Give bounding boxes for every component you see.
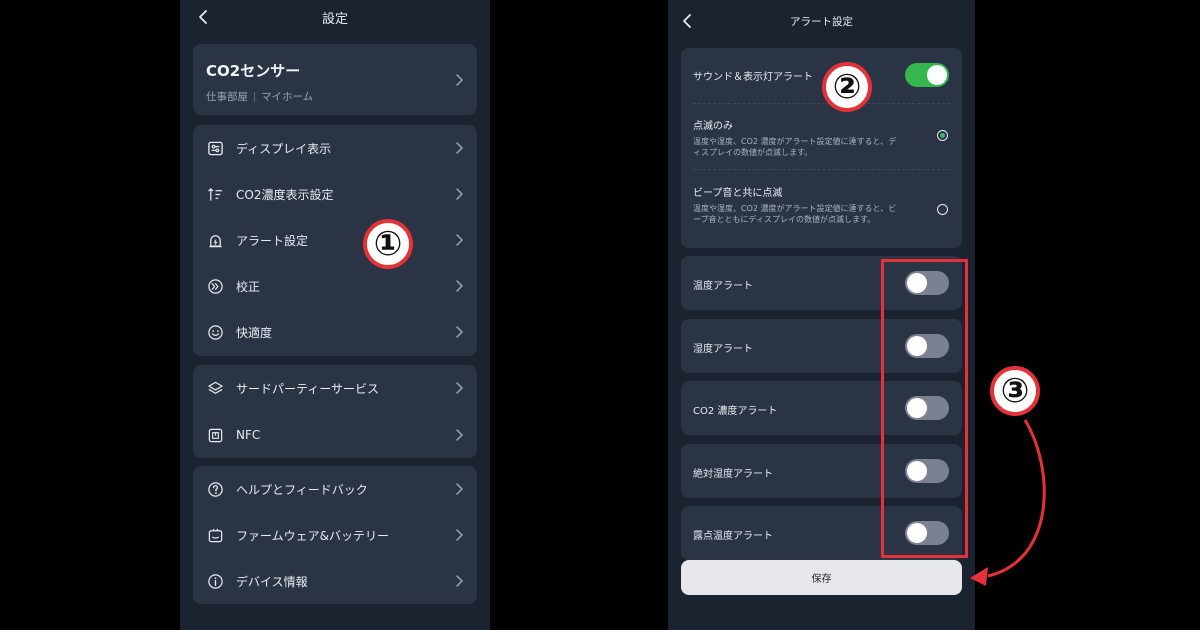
back-button[interactable] [682,12,696,30]
menu-item-label: CO2濃度表示設定 [236,187,334,202]
menu-item-label: 校正 [236,279,261,294]
layers-icon [206,379,224,397]
nfc-icon [206,426,224,444]
radio-blink-only[interactable] [937,130,948,141]
page-title: 設定 [321,12,348,27]
chevron-right-icon [455,280,463,292]
annotation-highlight-box [881,259,968,558]
menu-item-third-party[interactable]: サードパーティーサービス [193,365,477,411]
chevron-left-icon [199,10,207,24]
device-name: CO2センサー [206,62,301,80]
divider [693,103,950,104]
option-description: 温度や湿度、CO2 濃度がアラート設定値に達すると、ディスプレイの数値が点滅しま… [693,137,897,157]
menu-item-label: ヘルプとフィードバック [236,482,368,497]
help-icon [206,480,224,498]
menu-item-nfc[interactable]: NFC [193,412,477,458]
chevron-right-icon [455,529,463,541]
sort-icon [206,185,224,203]
device-card[interactable]: CO2センサー 仕事部屋 マイホーム [193,44,477,115]
option-description: 温度や湿度、CO2 濃度がアラート設定値に達すると、ビープ音とともにディスプレイ… [693,204,897,224]
menu-item-firmware[interactable]: ファームウェア&バッテリー [193,512,477,558]
annotation-badge-2: ② [822,62,872,112]
calibration-icon [206,277,224,295]
display-settings-icon [206,139,224,157]
device-home: マイホーム [261,91,314,103]
menu-item-calibration[interactable]: 校正 [193,263,477,309]
settings-group-3: ヘルプとフィードバック ファームウェア&バッテリー デバイス情報 [193,466,477,604]
menu-item-label: デバイス情報 [236,574,308,589]
badge-number: ② [832,67,862,107]
alert-label: 温度アラート [693,281,753,292]
alert-settings-header: アラート設定 [668,0,975,42]
chevron-left-icon [683,14,691,28]
sound-alert-toggle[interactable] [905,63,949,87]
annotation-badge-1: ① [363,219,413,269]
chevron-right-icon [455,575,463,587]
menu-item-help[interactable]: ヘルプとフィードバック [193,466,477,512]
menu-item-alert-settings[interactable]: アラート設定 [193,217,477,263]
sound-alert-row: サウンド＆表示灯アラート [681,48,962,104]
radio-beep-and-blink[interactable] [937,204,948,215]
alert-label: 絶対湿度アラート [693,469,773,480]
menu-item-device-info[interactable]: デバイス情報 [193,558,477,604]
save-button[interactable]: 保存 [681,560,962,595]
option-beep-and-blink[interactable]: ビープ音と共に点滅 温度や湿度、CO2 濃度がアラート設定値に達すると、ビープ音… [693,184,948,225]
chevron-right-icon [455,429,463,441]
annotation-arrow [970,419,1046,586]
chevron-right-icon [455,483,463,495]
menu-item-label: 快適度 [236,325,273,340]
menu-item-label: ファームウェア&バッテリー [236,528,389,543]
device-room: 仕事部屋 [206,91,248,103]
back-button[interactable] [198,8,212,26]
option-blink-only[interactable]: 点滅のみ 温度や湿度、CO2 濃度がアラート設定値に達すると、ディスプレイの数値… [693,117,948,158]
chevron-right-icon [455,188,463,200]
alert-label: CO2 濃度アラート [693,406,778,417]
settings-group-2: サードパーティーサービス NFC [193,365,477,458]
info-icon [206,572,224,590]
smiley-icon [206,323,224,341]
page-title: アラート設定 [790,15,853,28]
menu-item-label: ディスプレイ表示 [236,141,332,156]
menu-item-co2-display[interactable]: CO2濃度表示設定 [193,171,477,217]
chevron-right-icon [455,382,463,394]
chevron-right-icon [455,234,463,246]
sound-alert-card: サウンド＆表示灯アラート 点滅のみ 温度や湿度、CO2 濃度がアラート設定値に達… [681,48,962,248]
settings-screen: 設定 CO2センサー 仕事部屋 マイホーム ディスプレイ表示 CO2濃度表示設定… [180,0,490,630]
device-location: 仕事部屋 マイホーム [206,89,464,104]
menu-item-label: アラート設定 [236,233,309,248]
option-title: ビープ音と共に点滅 [693,188,783,199]
menu-item-comfort[interactable]: 快適度 [193,309,477,355]
firmware-icon [206,526,224,544]
chevron-right-icon [455,74,463,86]
menu-item-display[interactable]: ディスプレイ表示 [193,125,477,171]
alert-label: 湿度アラート [693,344,753,355]
chevron-right-icon [455,142,463,154]
divider [693,169,950,170]
badge-number: ① [373,224,403,264]
settings-header: 設定 [180,0,490,35]
menu-item-label: サードパーティーサービス [236,381,380,396]
alert-label: 露点温度アラート [693,531,773,542]
sound-alert-label: サウンド＆表示灯アラート [693,72,813,83]
toggle-knob [927,65,947,85]
chevron-right-icon [455,326,463,338]
settings-group-1: ディスプレイ表示 CO2濃度表示設定 アラート設定 校正 快適度 [193,125,477,356]
alert-icon [206,231,224,249]
menu-item-label: NFC [236,428,261,442]
separator [254,91,255,102]
option-title: 点滅のみ [693,121,733,132]
